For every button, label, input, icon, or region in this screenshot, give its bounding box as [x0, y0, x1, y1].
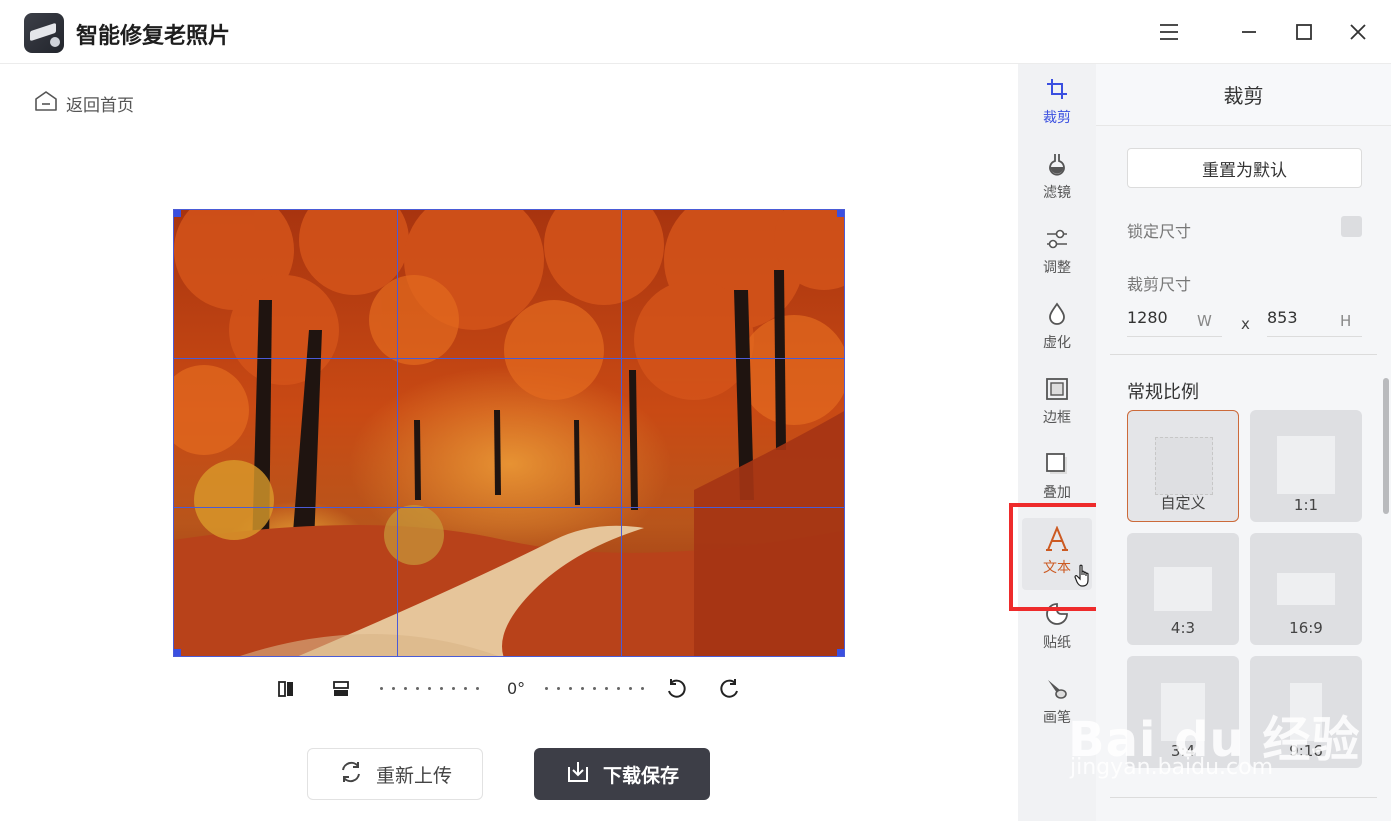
lock-size-label: 锁定尺寸: [1127, 222, 1192, 241]
rotation-value: 0°: [507, 679, 526, 698]
refresh-icon: [338, 759, 364, 790]
title-bar: 智能修复老照片: [0, 0, 1391, 64]
autumn-forest-photo: [174, 210, 844, 656]
reupload-button[interactable]: 重新上传: [307, 748, 483, 800]
tool-frame[interactable]: 边框: [1018, 368, 1096, 438]
download-save-button[interactable]: 下载保存: [534, 748, 710, 800]
blur-drop-icon: [1044, 301, 1070, 327]
flip-vertical-icon[interactable]: [328, 676, 354, 702]
ratio-4-3-label: 4:3: [1170, 619, 1196, 637]
close-icon[interactable]: [1342, 16, 1374, 48]
overlay-icon: [1044, 451, 1070, 477]
panel-title: 裁剪: [1096, 64, 1391, 126]
app-logo-icon: [24, 13, 64, 53]
download-icon: [565, 759, 591, 790]
crop-handle-bottom-right[interactable]: [837, 649, 844, 656]
crop-handle-top-right[interactable]: [837, 210, 844, 217]
ratio-custom-label: 自定义: [1160, 494, 1206, 512]
tool-sticker-label: 贴纸: [1043, 635, 1071, 651]
maximize-icon[interactable]: [1288, 16, 1320, 48]
ratio-4-3[interactable]: 4:3: [1127, 533, 1239, 645]
rotation-slider-right[interactable]: [545, 687, 644, 690]
ratio-16-9-label: 16:9: [1289, 619, 1323, 637]
reupload-label: 重新上传: [375, 764, 452, 787]
crop-icon: [1044, 76, 1070, 102]
transform-toolbar: 0°: [270, 672, 750, 706]
highlight-annotation: [1009, 503, 1105, 611]
back-home-link[interactable]: 返回首页: [34, 90, 134, 116]
tool-blur[interactable]: 虚化: [1018, 293, 1096, 363]
width-unit: W: [1197, 312, 1212, 330]
tool-overlay-label: 叠加: [1043, 485, 1071, 501]
menu-icon[interactable]: [1153, 16, 1185, 48]
app-title: 智能修复老照片: [76, 24, 231, 49]
ratio-custom[interactable]: 自定义: [1127, 410, 1239, 522]
filter-flask-icon: [1044, 151, 1070, 177]
adjust-slider-icon: [1044, 226, 1070, 252]
crop-size-label: 裁剪尺寸: [1127, 275, 1192, 294]
rotate-right-icon[interactable]: [717, 676, 743, 702]
lock-size-checkbox[interactable]: [1341, 216, 1362, 237]
tool-adjust[interactable]: 调整: [1018, 218, 1096, 288]
tool-adjust-label: 调整: [1043, 260, 1071, 276]
minimize-icon[interactable]: [1233, 16, 1265, 48]
ratio-16-9[interactable]: 16:9: [1250, 533, 1362, 645]
rotate-left-icon[interactable]: [663, 676, 689, 702]
width-input[interactable]: 1280: [1127, 308, 1168, 327]
tool-filter-label: 滤镜: [1043, 185, 1071, 201]
watermark-url: jingyan.baidu.com: [1070, 755, 1274, 780]
reset-default-button[interactable]: 重置为默认: [1127, 148, 1362, 188]
rotation-slider-left[interactable]: [380, 687, 479, 690]
panel-scrollbar[interactable]: [1383, 378, 1389, 514]
tool-blur-label: 虚化: [1043, 335, 1071, 351]
tool-filter[interactable]: 滤镜: [1018, 143, 1096, 213]
ratio-section-title: 常规比例: [1127, 382, 1199, 403]
back-home-label: 返回首页: [66, 95, 134, 116]
tool-frame-label: 边框: [1043, 410, 1071, 426]
tool-brush-label: 画笔: [1043, 710, 1071, 726]
flip-horizontal-icon[interactable]: [273, 676, 299, 702]
height-input[interactable]: 853: [1267, 308, 1298, 327]
home-icon: [34, 90, 58, 117]
times-sign: x: [1241, 315, 1250, 333]
tool-crop[interactable]: 裁剪: [1018, 68, 1096, 138]
height-unit: H: [1340, 312, 1352, 330]
download-label: 下载保存: [602, 764, 679, 787]
ratio-1-1-label: 1:1: [1293, 496, 1319, 514]
frame-icon: [1044, 376, 1070, 402]
crop-handle-bottom-left[interactable]: [174, 649, 181, 656]
crop-handle-top-left[interactable]: [174, 210, 181, 217]
tool-crop-label: 裁剪: [1043, 110, 1071, 126]
crop-canvas[interactable]: [173, 209, 845, 657]
brush-icon: [1044, 676, 1070, 702]
ratio-1-1[interactable]: 1:1: [1250, 410, 1362, 522]
